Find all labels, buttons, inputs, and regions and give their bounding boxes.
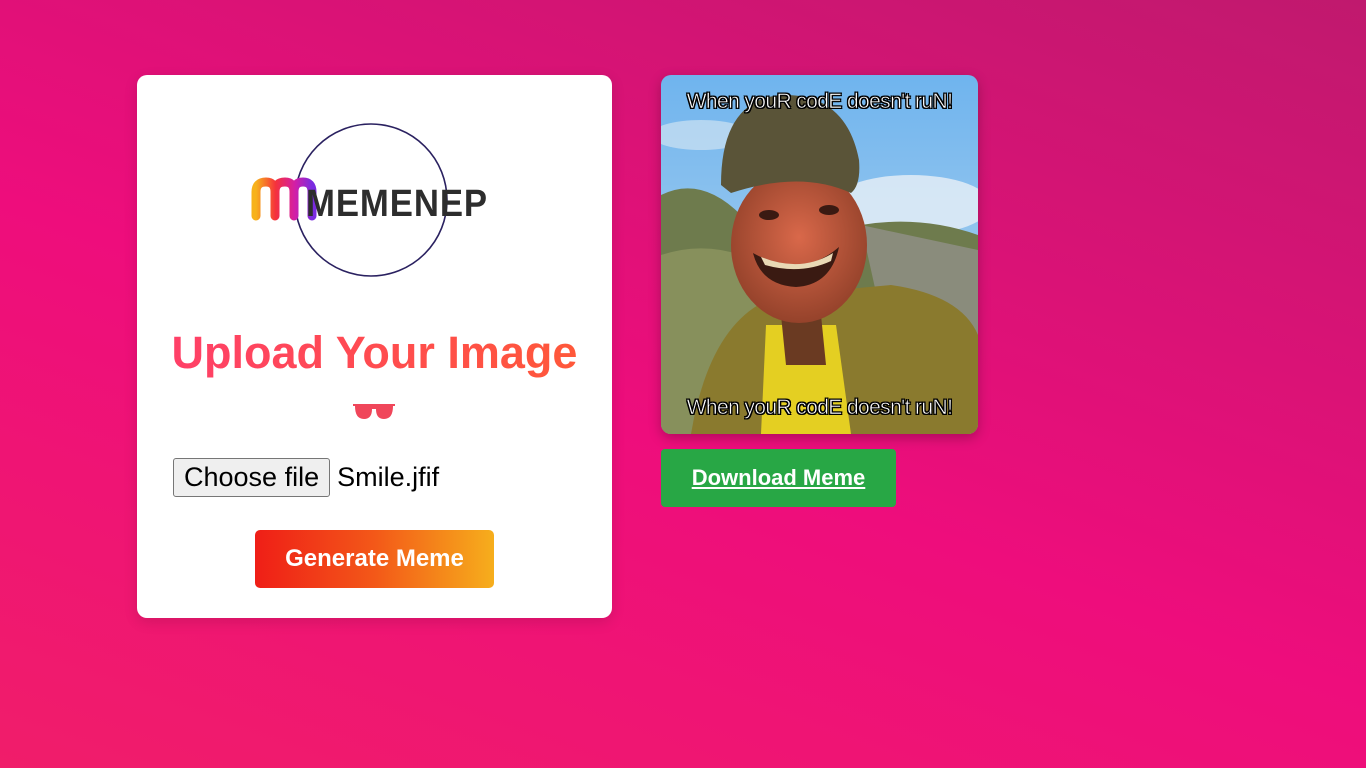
meme-top-text: When youR codE doesn't ruN! [686, 90, 953, 114]
logo-text: MEMENEP [306, 183, 488, 225]
download-meme-button[interactable]: Download Meme [661, 449, 896, 507]
memenep-logo: MEMENEP [251, 123, 488, 277]
meme-image: When youR codE doesn't ruN! When youR co… [661, 75, 978, 434]
page-title: Upload Your Image [137, 325, 612, 381]
meme-photo [661, 75, 978, 434]
choose-file-button[interactable]: Choose file [173, 457, 331, 497]
meme-bottom-text: When youR codE doesn't ruN! [686, 396, 953, 420]
selected-file-name: Smile.jfif [337, 461, 440, 492]
sunglasses-icon [353, 404, 395, 419]
generate-meme-button[interactable]: Generate Meme [255, 530, 494, 588]
file-input[interactable]: Choose file Smile.jfif [173, 457, 439, 497]
